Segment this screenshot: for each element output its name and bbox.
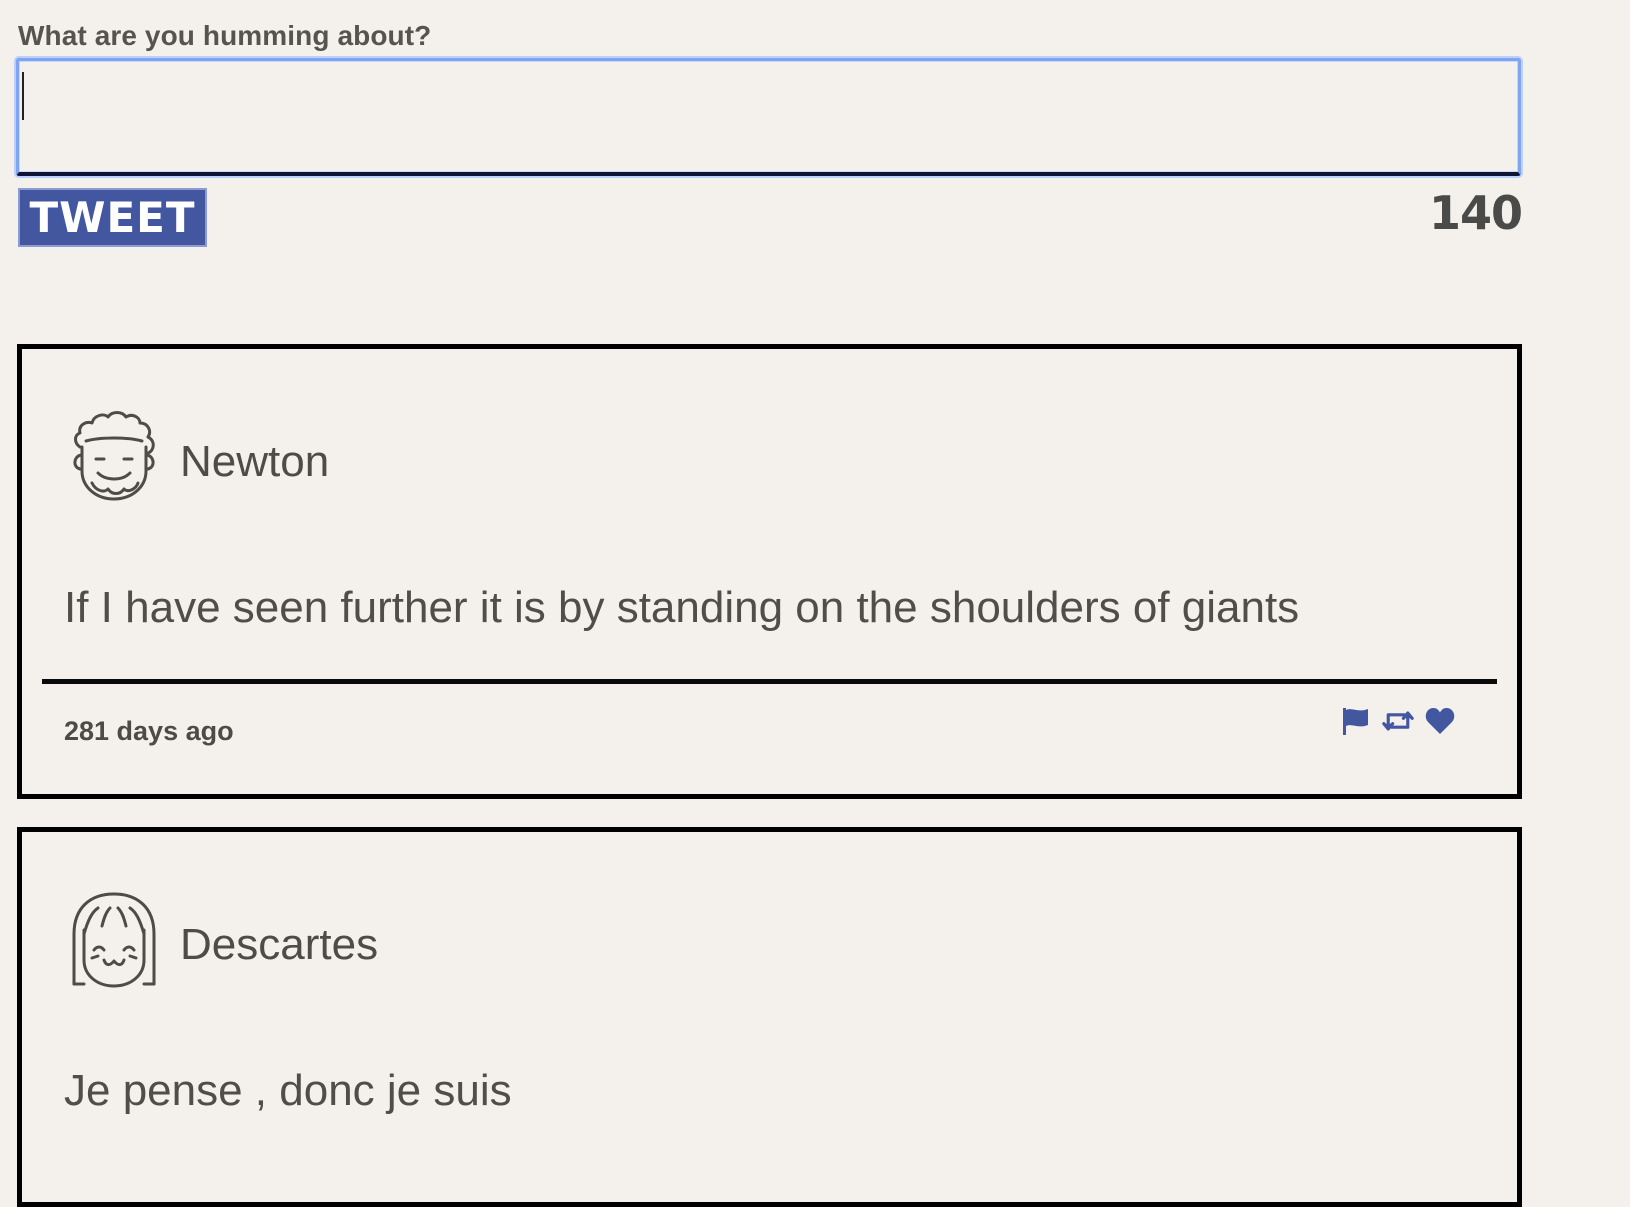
tweet-actions — [1340, 703, 1456, 739]
flag-icon[interactable] — [1340, 705, 1372, 737]
tweet-author[interactable]: Descartes — [180, 920, 378, 970]
tweet-button[interactable]: TWEET — [18, 188, 207, 247]
tweet-divider — [42, 679, 1497, 684]
tweet-author[interactable]: Newton — [180, 437, 329, 487]
tweet-text: Je pense , donc je suis — [64, 1066, 512, 1115]
text-caret — [22, 72, 24, 120]
tweet-input[interactable] — [16, 58, 1521, 176]
tweet-text: If I have seen further it is by standing… — [64, 583, 1300, 632]
heart-icon[interactable] — [1424, 705, 1456, 737]
curly-hair-man-avatar-icon — [66, 407, 162, 507]
character-count: 140 — [1428, 186, 1523, 240]
composer-label: What are you humming about? — [18, 20, 432, 51]
tweet-timestamp: 281 days ago — [64, 716, 234, 746]
tweet-card: Newton If I have seen further it is by s… — [17, 344, 1522, 799]
bob-hair-avatar-icon — [66, 890, 162, 990]
retweet-icon[interactable] — [1382, 705, 1414, 737]
tweet-card: Descartes Je pense , donc je suis — [17, 827, 1522, 1207]
